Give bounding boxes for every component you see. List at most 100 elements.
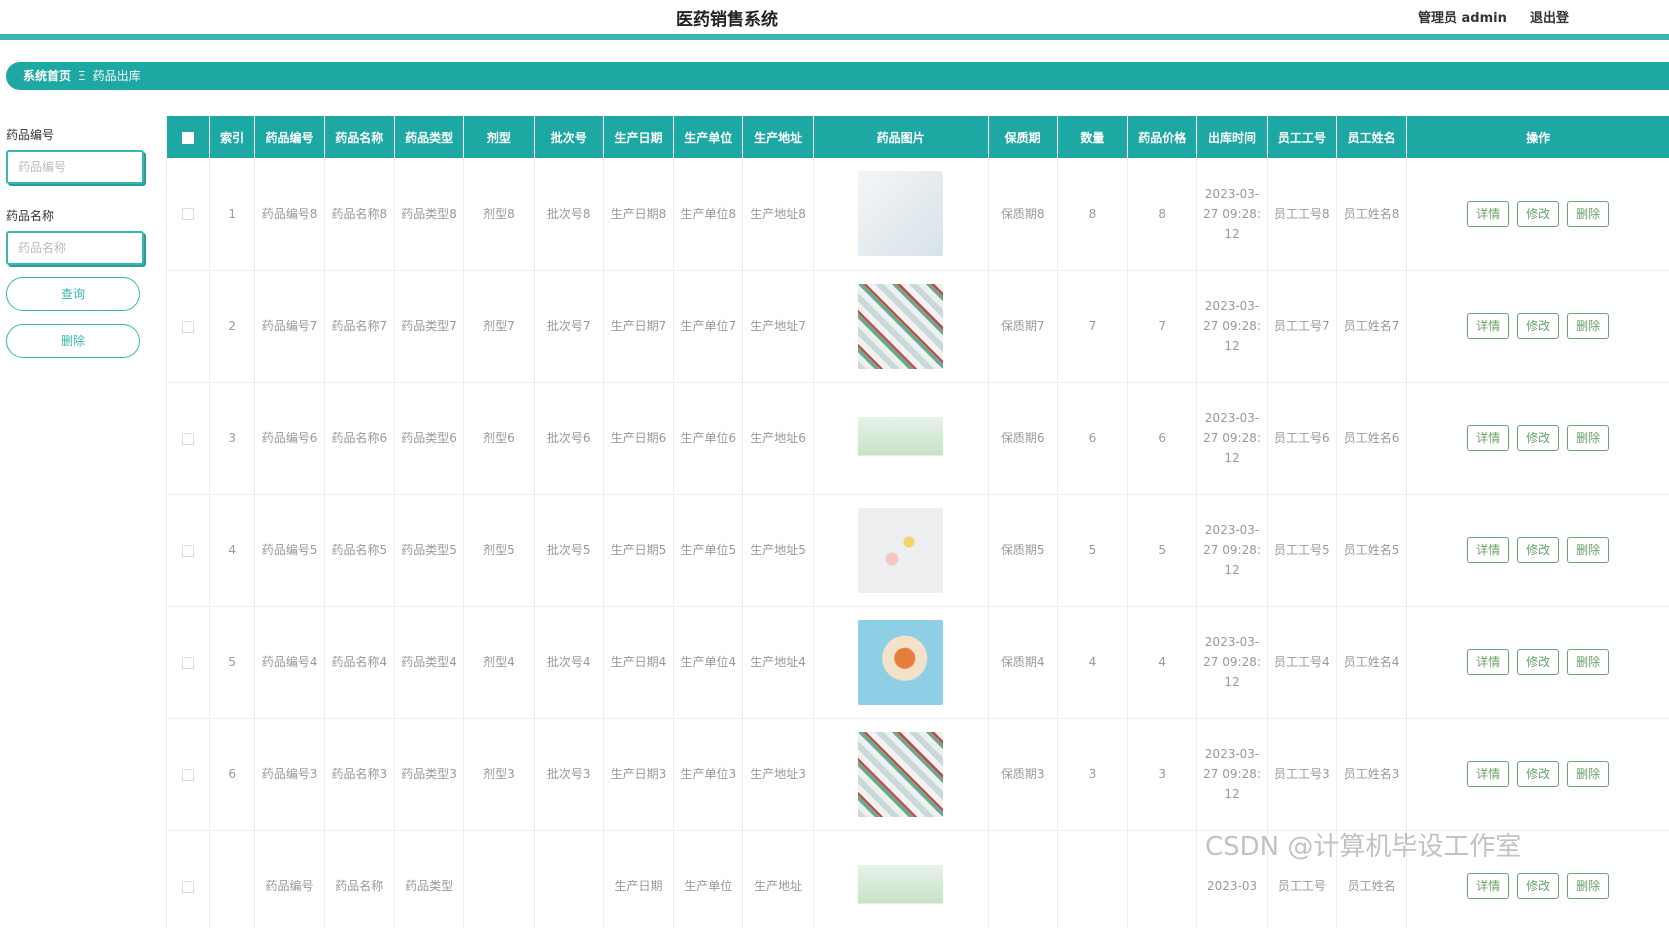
- cell-qty: [1057, 830, 1129, 928]
- cell-ename: 员工姓名3: [1336, 718, 1408, 831]
- edit-button[interactable]: 修改: [1517, 761, 1560, 787]
- delete-button[interactable]: 删除: [1567, 537, 1610, 563]
- drug-name-input[interactable]: [6, 231, 144, 265]
- row-checkbox[interactable]: [181, 432, 194, 445]
- row-select-cell[interactable]: [167, 382, 210, 495]
- cell-unit: 生产单位7: [673, 270, 744, 383]
- cell-name: 药品名称4: [324, 606, 395, 719]
- row-checkbox[interactable]: [181, 656, 194, 669]
- cell-batch: 批次号4: [534, 606, 604, 719]
- cell-addr: 生产地址5: [742, 494, 814, 607]
- column-header: 生产单位: [673, 116, 744, 158]
- cell-shelf: 保质期4: [988, 606, 1058, 719]
- edit-button[interactable]: 修改: [1517, 873, 1560, 899]
- table-row: 2 药品编号7 药品名称7 药品类型7 剂型7 批次号7 生产日期7 生产单位7 生产地址7 保质…: [167, 270, 1669, 383]
- cell-time: 2023-03-27 09:28:12: [1196, 382, 1268, 495]
- row-checkbox[interactable]: [181, 320, 194, 333]
- cell-price: 4: [1127, 606, 1198, 719]
- cell-form: 剂型5: [463, 494, 535, 607]
- cell-actions: 详情 修改 删除: [1406, 606, 1669, 719]
- row-select-cell[interactable]: [167, 158, 210, 271]
- row-checkbox[interactable]: [181, 208, 194, 221]
- cell-name: 药品名称7: [324, 270, 395, 383]
- medicine-box-image: [858, 395, 944, 481]
- breadcrumb-current: 药品出库: [92, 69, 141, 83]
- cell-actions: 详情 修改 删除: [1406, 158, 1669, 271]
- cell-price: 6: [1127, 382, 1198, 495]
- cell-unit: 生产单位8: [673, 158, 744, 271]
- row-select-cell[interactable]: [167, 718, 210, 831]
- edit-button[interactable]: 修改: [1517, 425, 1560, 451]
- cell-price: 7: [1127, 270, 1198, 383]
- cell-shelf: 保质期8: [988, 158, 1058, 271]
- row-select-cell[interactable]: [167, 606, 210, 719]
- cell-code: 药品编号5: [254, 494, 325, 607]
- delete-button[interactable]: 删除: [1567, 313, 1610, 339]
- cell-batch: [534, 830, 604, 928]
- breadcrumb-separator-icon: Ξ: [78, 69, 86, 83]
- cell-shelf: 保质期5: [988, 494, 1058, 607]
- cell-addr: 生产地址6: [742, 382, 814, 495]
- delete-button[interactable]: 删除: [1567, 200, 1610, 227]
- cell-qty: 5: [1057, 494, 1129, 607]
- cell-eid: 员工工号5: [1267, 494, 1337, 607]
- detail-button[interactable]: 详情: [1467, 425, 1510, 451]
- drug-code-input[interactable]: [6, 150, 144, 184]
- detail-button[interactable]: 详情: [1467, 761, 1510, 787]
- cell-code: 药品编号6: [254, 382, 325, 495]
- cell-qty: 4: [1057, 606, 1129, 719]
- cell-actions: 详情 修改 删除: [1406, 718, 1669, 831]
- column-header: 数量: [1057, 116, 1129, 158]
- row-select-cell[interactable]: [167, 830, 210, 928]
- delete-button[interactable]: 删除: [1567, 761, 1610, 787]
- cell-name: 药品名称6: [324, 382, 395, 495]
- row-checkbox[interactable]: [181, 768, 194, 781]
- detail-button[interactable]: 详情: [1467, 537, 1510, 563]
- cell-batch: 批次号7: [534, 270, 604, 383]
- cell-code: 药品编号8: [254, 158, 325, 271]
- column-header: 出库时间: [1196, 116, 1268, 158]
- cell-price: [1127, 830, 1198, 928]
- delete-button[interactable]: 删除: [1567, 649, 1610, 675]
- edit-button[interactable]: 修改: [1517, 313, 1560, 339]
- breadcrumb: 系统首页 Ξ 药品出库: [6, 62, 1669, 90]
- query-button[interactable]: 查询: [6, 277, 140, 311]
- cell-idx: 4: [209, 494, 256, 607]
- cell-date: 生产日期6: [603, 382, 675, 495]
- row-select-cell[interactable]: [167, 270, 210, 383]
- cell-form: 剂型7: [463, 270, 535, 383]
- cell-type: 药品类型7: [394, 270, 465, 383]
- cell-date: 生产日期7: [603, 270, 675, 383]
- breadcrumb-home[interactable]: 系统首页: [23, 69, 71, 83]
- batch-delete-button[interactable]: 删除: [6, 324, 140, 358]
- column-header: 批次号: [534, 116, 604, 158]
- delete-button[interactable]: 删除: [1567, 425, 1610, 451]
- select-all-checkbox[interactable]: [181, 131, 194, 144]
- select-all-header[interactable]: [167, 116, 210, 158]
- row-checkbox[interactable]: [181, 544, 194, 557]
- cell-ename: 员工姓名7: [1336, 270, 1408, 383]
- column-header: 生产地址: [742, 116, 814, 158]
- detail-button[interactable]: 详情: [1467, 313, 1510, 339]
- detail-button[interactable]: 详情: [1467, 873, 1510, 899]
- cell-type: 药品类型8: [394, 158, 465, 271]
- edit-button[interactable]: 修改: [1517, 649, 1560, 675]
- detail-button[interactable]: 详情: [1467, 649, 1510, 675]
- edit-button[interactable]: 修改: [1517, 200, 1560, 227]
- cell-addr: 生产地址3: [742, 718, 814, 831]
- cell-shelf: 保质期3: [988, 718, 1058, 831]
- cell-qty: 8: [1057, 158, 1129, 271]
- cell-unit: 生产单位3: [673, 718, 744, 831]
- cell-time: 2023-03-27 09:28:12: [1196, 158, 1268, 271]
- row-select-cell[interactable]: [167, 494, 210, 607]
- cell-date: 生产日期: [603, 830, 675, 928]
- column-header: 员工姓名: [1336, 116, 1408, 158]
- cell-addr: 生产地址8: [742, 158, 814, 271]
- logout-link[interactable]: 退出登: [1530, 7, 1569, 26]
- capsules-image: [858, 731, 944, 817]
- cell-type: 药品类型3: [394, 718, 465, 831]
- detail-button[interactable]: 详情: [1467, 200, 1510, 227]
- row-checkbox[interactable]: [181, 880, 194, 893]
- delete-button[interactable]: 删除: [1567, 873, 1610, 899]
- edit-button[interactable]: 修改: [1517, 537, 1560, 563]
